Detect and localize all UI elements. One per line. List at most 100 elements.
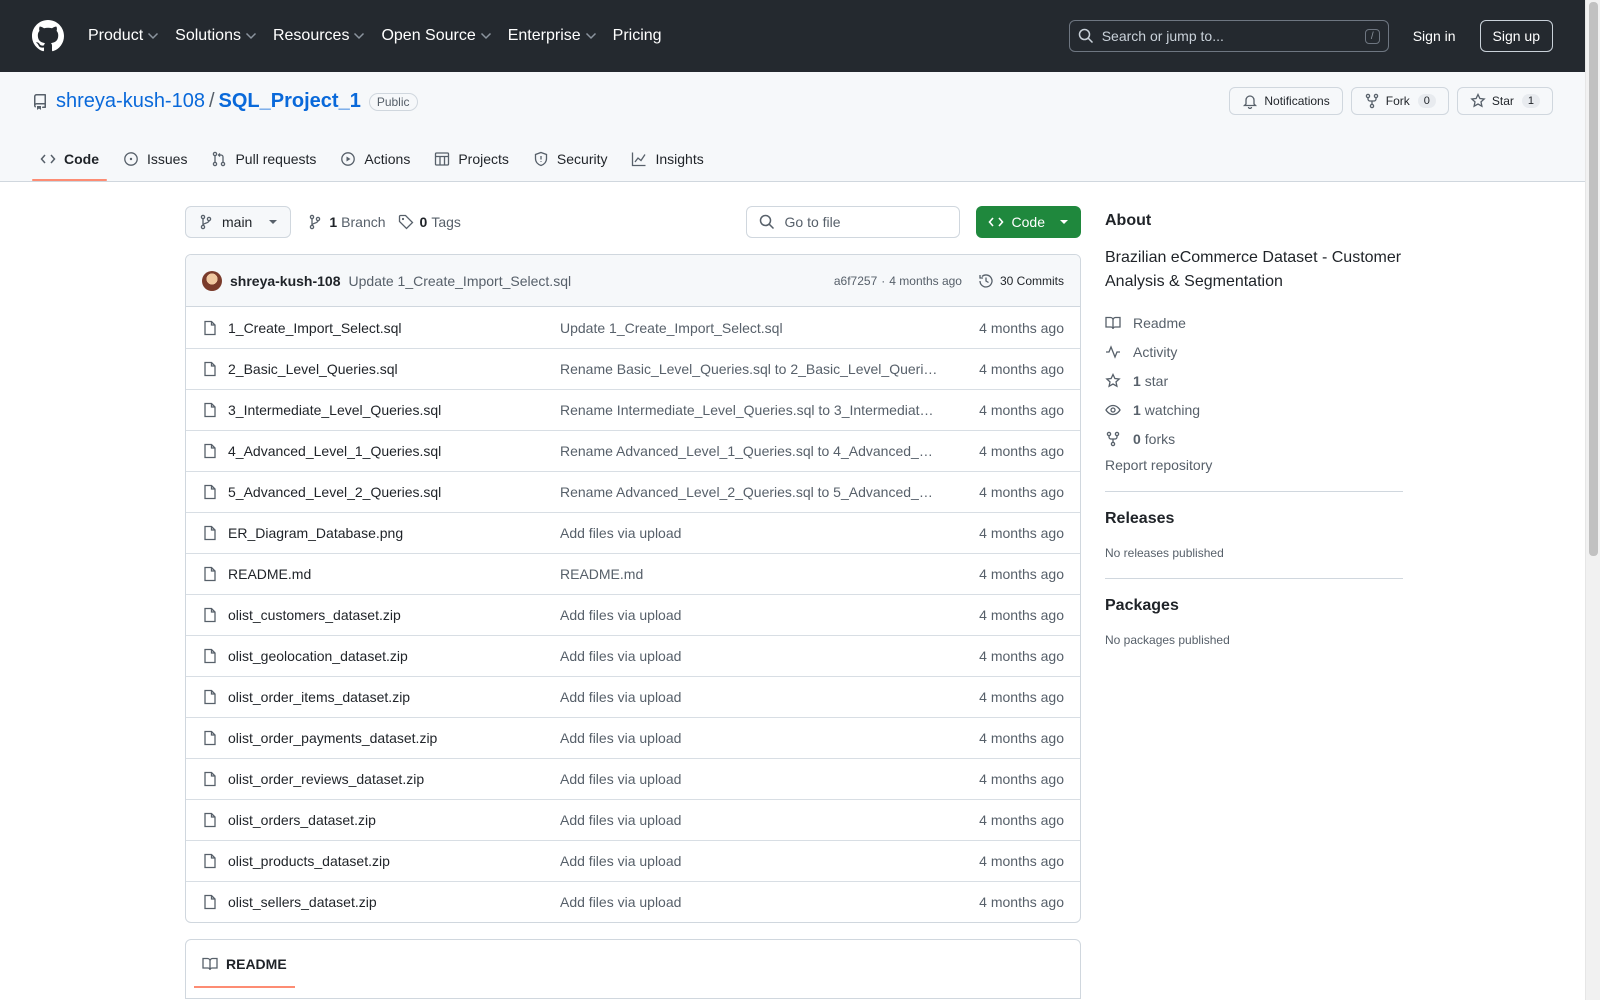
file-name-link[interactable]: ER_Diagram_Database.png [228,525,560,541]
file-commit-message-link[interactable]: Add files via upload [560,607,940,623]
tag-icon [398,214,413,230]
global-search-input[interactable]: Search or jump to... / [1068,20,1389,52]
packages-heading[interactable]: Packages [1105,597,1403,615]
report-repository-link[interactable]: Report repository [1105,457,1403,473]
file-name-link[interactable]: olist_order_payments_dataset.zip [228,730,560,746]
file-commit-message-link[interactable]: Add files via upload [560,525,940,541]
branch-select-button[interactable]: main [185,206,292,238]
scrollbar-thumb[interactable] [1589,2,1598,556]
branch-icon [200,214,212,230]
notifications-button[interactable]: Notifications [1229,87,1343,115]
repo-name-link[interactable]: SQL_Project_1 [219,90,361,113]
file-commit-message-link[interactable]: Rename Advanced_Level_2_Queries.sql to 5… [560,484,940,500]
file-name-link[interactable]: olist_geolocation_dataset.zip [228,648,560,664]
top-nav-pricing[interactable]: Pricing [613,27,662,45]
watchers-link[interactable]: 1 watching [1105,395,1403,424]
file-name-link[interactable]: 5_Advanced_Level_2_Queries.sql [228,484,560,500]
stars-count: 1 [1133,372,1141,389]
tab-insights[interactable]: Insights [623,137,711,181]
file-commit-message-link[interactable]: Rename Basic_Level_Queries.sql to 2_Basi… [560,361,940,377]
avatar[interactable] [202,270,222,291]
tags-link[interactable]: 0 Tags [398,214,461,230]
activity-link[interactable]: Activity [1105,337,1403,366]
file-commit-date: 4 months ago [979,402,1064,418]
top-nav-open-source[interactable]: Open Source [381,27,491,45]
chevron-down-icon [480,32,491,40]
file-name-link[interactable]: olist_order_items_dataset.zip [228,689,560,705]
tab-projects[interactable]: Projects [426,137,517,181]
tab-label: Pull requests [235,151,317,167]
commit-author-link[interactable]: shreya-kush-108 [230,273,341,289]
file-name-link[interactable]: 2_Basic_Level_Queries.sql [228,361,560,377]
forks-link[interactable]: 0 forks [1105,424,1403,453]
graph-icon [632,152,647,167]
file-name-link[interactable]: olist_order_reviews_dataset.zip [228,771,560,787]
table-row: 2_Basic_Level_Queries.sql Rename Basic_Le… [186,348,1080,389]
file-name-link[interactable]: 4_Advanced_Level_1_Queries.sql [228,443,560,459]
sign-in-link[interactable]: Sign in [1413,28,1456,44]
file-icon [204,853,216,869]
file-name-link[interactable]: 3_Intermediate_Level_Queries.sql [228,402,560,418]
repo-sidebar: About Brazilian eCommerce Dataset - Cust… [1105,206,1403,647]
file-icon [204,771,216,787]
github-logo-icon[interactable] [32,20,64,52]
stars-label: star [1144,372,1169,389]
file-commit-message-link[interactable]: Add files via upload [560,853,940,869]
tab-security[interactable]: Security [525,137,616,181]
file-commit-message-link[interactable]: Add files via upload [560,689,940,705]
file-commit-date: 4 months ago [979,812,1064,828]
go-to-file-input[interactable]: Go to file [745,206,960,238]
releases-heading[interactable]: Releases [1105,510,1403,528]
fork-button[interactable]: Fork 0 [1350,87,1449,115]
table-row: 4_Advanced_Level_1_Queries.sql Rename Adv… [186,430,1080,471]
file-name-link[interactable]: README.md [228,566,560,582]
tab-pull-requests[interactable]: Pull requests [203,137,324,181]
readme-link[interactable]: Readme [1105,308,1403,337]
file-commit-message-link[interactable]: Add files via upload [560,730,940,746]
file-icon [204,320,216,335]
file-commit-message-link[interactable]: Add files via upload [560,771,940,787]
file-icon [204,361,216,377]
file-commit-message-link[interactable]: Add files via upload [560,894,940,910]
file-commit-message-link[interactable]: Add files via upload [560,648,940,664]
search-placeholder: Search or jump to... [1101,28,1224,44]
top-nav-enterprise[interactable]: Enterprise [508,27,597,45]
code-dropdown-button[interactable]: Code [975,206,1081,238]
file-commit-message-link[interactable]: README.md [560,566,940,582]
file-commit-date: 4 months ago [979,853,1064,869]
file-icon [204,402,216,418]
file-name-link[interactable]: olist_customers_dataset.zip [228,607,560,623]
releases-empty-text: No releases published [1105,546,1224,560]
tab-issues[interactable]: Issues [115,137,195,181]
file-commit-message-link[interactable]: Update 1_Create_Import_Select.sql [560,320,940,336]
sign-up-button[interactable]: Sign up [1479,20,1553,52]
branches-link[interactable]: 1 Branch [307,214,386,230]
file-name-link[interactable]: olist_products_dataset.zip [228,853,560,869]
file-name-link[interactable]: 1_Create_Import_Select.sql [228,320,560,336]
table-row: olist_customers_dataset.zip Add files via… [186,594,1080,635]
commit-message-link[interactable]: Update 1_Create_Import_Select.sql [349,273,572,289]
fork-icon [1106,431,1120,446]
file-name-link[interactable]: olist_sellers_dataset.zip [228,894,560,910]
top-nav-resources[interactable]: Resources [273,27,365,45]
repo-header: shreya-kush-108 / SQL_Project_1 Public N… [0,72,1585,182]
table-row: README.md README.md 4 months ago [186,553,1080,594]
tab-code[interactable]: Code [32,137,107,181]
stars-link[interactable]: 1 star [1105,366,1403,395]
repo-owner-link[interactable]: shreya-kush-108 [56,90,205,113]
commit-sha-link[interactable]: a6f7257 [834,274,877,288]
page-scrollbar[interactable] [1585,0,1600,1000]
readme-tab[interactable]: README [194,940,295,988]
code-icon [40,154,56,164]
file-commit-message-link[interactable]: Rename Intermediate_Level_Queries.sql to… [560,402,940,418]
top-nav-product[interactable]: Product [88,27,159,45]
file-commit-date: 4 months ago [979,607,1064,623]
tab-actions[interactable]: Actions [332,137,418,181]
star-button[interactable]: Star 1 [1456,87,1553,115]
commits-history-link[interactable]: 30 Commits [978,273,1064,289]
file-commit-message-link[interactable]: Add files via upload [560,812,940,828]
file-name-link[interactable]: olist_orders_dataset.zip [228,812,560,828]
top-nav-solutions[interactable]: Solutions [175,27,257,45]
file-commit-message-link[interactable]: Rename Advanced_Level_1_Queries.sql to 4… [560,443,940,459]
fork-count: 0 [1417,94,1436,108]
